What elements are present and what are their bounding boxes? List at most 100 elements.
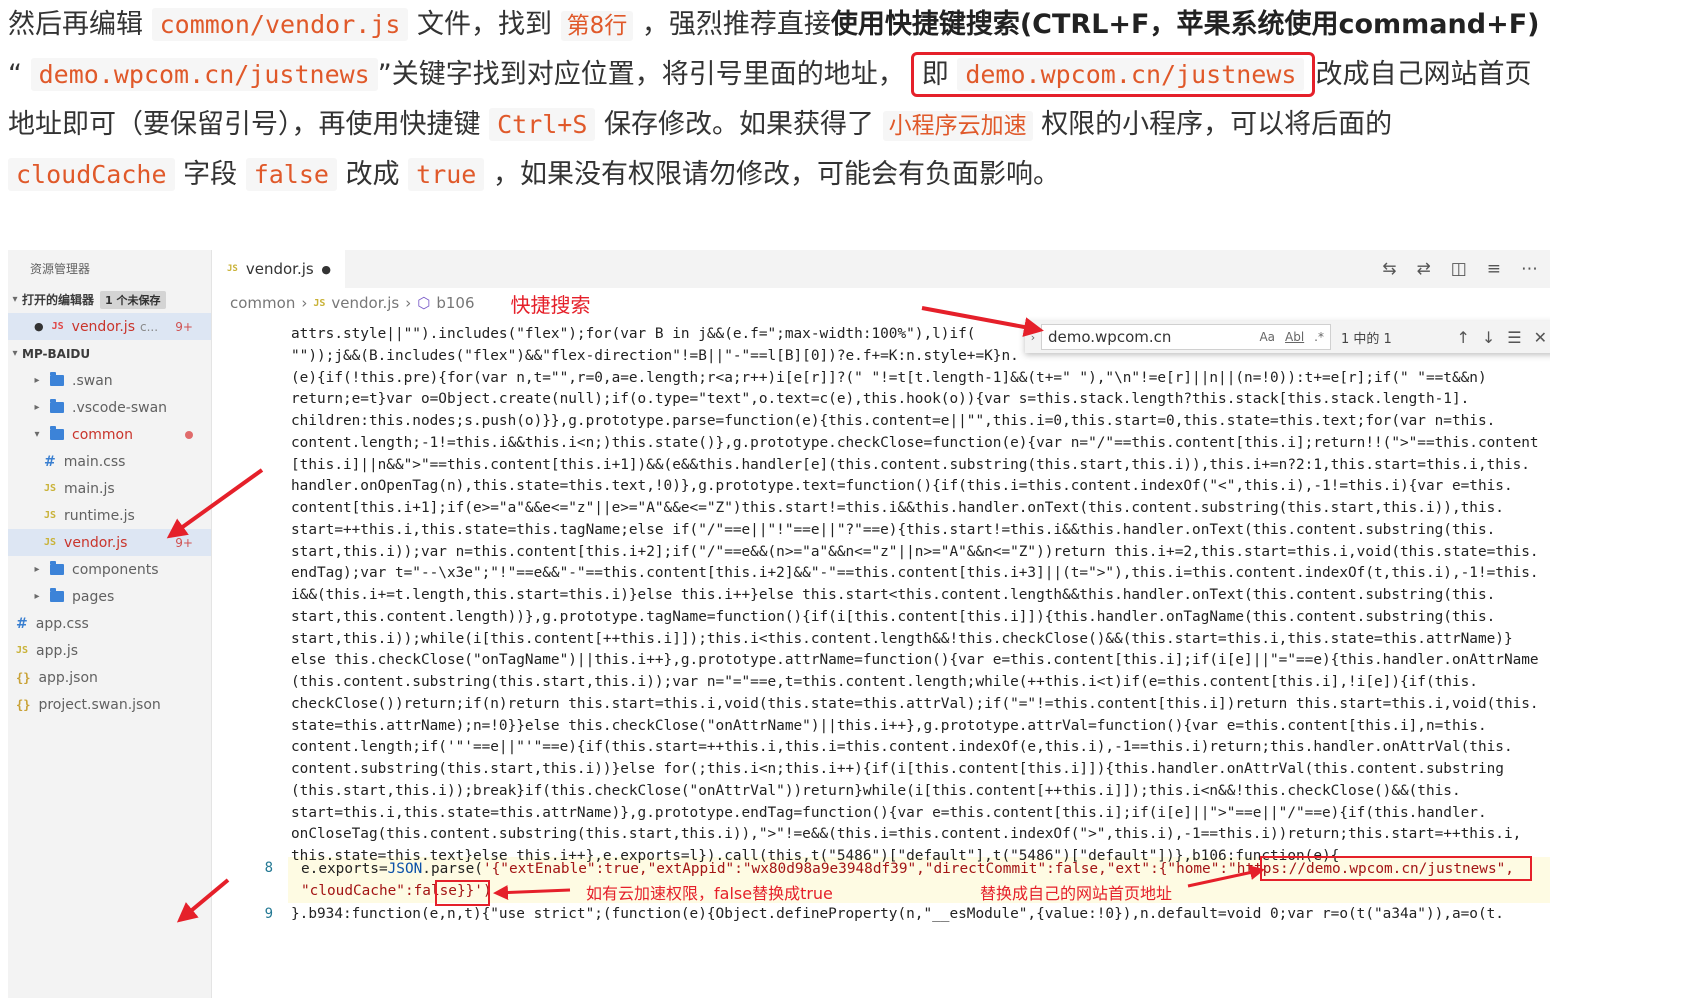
article-line-3: 地址即可（要保留引号），再使用快捷键 Ctrl+S 保存修改。如果获得了 小程序… <box>8 100 1708 150</box>
article-line-1: 然后再编辑 common/vendor.js 文件，找到 第8行 ，强烈推荐直接… <box>8 0 1708 50</box>
tab-label: vendor.js <box>245 260 314 278</box>
compare-icon[interactable]: ⇆ <box>1382 259 1396 279</box>
article-text: 即 <box>921 59 949 90</box>
tree-item-pages[interactable]: ▸ pages <box>8 583 211 610</box>
js-file-icon: JS <box>313 297 326 309</box>
tree-item-label: app.css <box>35 615 89 632</box>
domain-code-boxed: demo.wpcom.cn/justnews <box>957 58 1305 91</box>
more-actions-icon[interactable]: ⋯ <box>1521 259 1538 279</box>
breadcrumb-symbol[interactable]: b106 <box>436 294 474 312</box>
tree-item-app-css[interactable]: # app.css <box>8 610 211 637</box>
regex-toggle[interactable]: .* <box>1314 330 1324 344</box>
match-count: 1 中的 1 <box>1341 331 1392 347</box>
close-icon[interactable]: ✕ <box>1534 328 1547 347</box>
js-file-icon: JS <box>227 264 238 274</box>
open-editors-label: 打开的编辑器 <box>22 293 95 307</box>
tree-item-vendor-js[interactable]: JS vendor.js 9+ <box>8 529 211 556</box>
tree-item--swan[interactable]: ▸ .swan <box>8 367 211 394</box>
menu-lines-icon[interactable]: ≡ <box>1487 259 1501 279</box>
tree-item-label: common <box>72 426 133 443</box>
split-editor-icon[interactable]: ◫ <box>1451 259 1467 279</box>
tree-item-app-js[interactable]: JS app.js <box>8 637 211 664</box>
article-line-2: “ demo.wpcom.cn/justnews ”关键字找到对应位置，将引号里面… <box>8 50 1708 100</box>
code-line: (this.start,this.i));break}if(this.check… <box>291 782 1461 799</box>
tree-item-main-js[interactable]: JS main.js <box>8 475 211 502</box>
code-area[interactable]: attrs.style||"").includes("flex");for(va… <box>213 319 1550 998</box>
whole-word-toggle[interactable]: Abl <box>1285 330 1304 344</box>
code-line: ""));j&&(B.includes("flex")&&"flex-direc… <box>291 347 1019 364</box>
problems-badge: 9+ <box>175 535 193 550</box>
line-number: 8 <box>264 860 273 876</box>
git-changes-icon[interactable]: ⇄ <box>1416 259 1430 279</box>
tree-item-label: main.css <box>63 453 126 470</box>
code-token: "cloudCache": <box>301 883 414 899</box>
tree-item-main-css[interactable]: # main.css <box>8 448 211 475</box>
code-line: onCloseTag(this.content.substring(this.s… <box>291 826 1522 843</box>
toggle-replace-icon[interactable]: › <box>1025 331 1041 344</box>
chevron-right-icon: ▸ <box>34 564 40 575</box>
find-query: demo.wpcom.cn <box>1048 328 1172 346</box>
article-text: ，如果没有权限请勿修改，可能会有负面影响。 <box>492 159 1060 190</box>
project-header[interactable]: ▾ MP-BAIDU <box>8 340 211 367</box>
arrow-down-icon[interactable]: ↓ <box>1482 328 1495 347</box>
code-line: endTag);var t="--\x3e";"!"==e&&"-"==this… <box>291 565 1539 582</box>
chevron-right-icon: ▸ <box>34 591 40 602</box>
code-line: state=this.attrName);n=!0}}else this.che… <box>291 717 1487 734</box>
article-line-4: cloudCache 字段 false 改成 true ，如果没有权限请勿修改，… <box>8 150 1708 200</box>
breadcrumb-folder[interactable]: common <box>230 294 295 312</box>
js-file-icon: JS <box>44 510 57 521</box>
tree-item-label: project.swan.json <box>38 696 161 713</box>
tree-item-components[interactable]: ▸ components <box>8 556 211 583</box>
tree-item--vscode-swan[interactable]: ▸ .vscode-swan <box>8 394 211 421</box>
article-text: ”关键字找到对应位置，将引号里面的地址， <box>377 59 905 90</box>
open-editor-item-vendor[interactable]: ● JS vendor.js c... 9+ <box>8 313 211 340</box>
find-input[interactable]: demo.wpcom.cn Aa Abl .* <box>1041 324 1331 350</box>
tree-item-label: .vscode-swan <box>72 399 168 416</box>
article-text: 改成 <box>345 159 400 190</box>
tree-item-project-swan-json[interactable]: {} project.swan.json <box>8 691 211 718</box>
breadcrumb-file[interactable]: vendor.js <box>331 294 399 312</box>
code-line: handler.onOpenTag(n),this.state=this.tex… <box>291 478 1513 495</box>
code-token: e.exports= <box>301 861 388 877</box>
selection-filter-icon[interactable]: ☰ <box>1507 328 1521 347</box>
tree-item-label: components <box>72 561 159 578</box>
code-token: JSON <box>387 861 423 877</box>
tab-bar: JS vendor.js ● ⇆ ⇄ ◫ ≡ ⋯ <box>213 250 1550 288</box>
open-editors-header[interactable]: ▾ 打开的编辑器 1 个未保存 <box>8 286 211 313</box>
folder-icon <box>50 399 64 413</box>
match-case-toggle[interactable]: Aa <box>1259 330 1275 344</box>
arrow-up-icon[interactable]: ↑ <box>1456 328 1469 347</box>
false-highlight-box <box>435 880 490 906</box>
highlighted-domain-box: 即 demo.wpcom.cn/justnews <box>910 52 1316 97</box>
article-text: 改成自己网站首页 <box>1315 59 1532 90</box>
annotation-search: 快捷搜索 <box>510 292 591 317</box>
find-widget: › demo.wpcom.cn Aa Abl .* 1 中的 1 ↑ ↓ ☰ ✕ <box>1025 321 1550 353</box>
code-line: content.substring(this.start,this.i))}el… <box>291 761 1504 777</box>
article-text: 地址即可（要保留引号），再使用快捷键 <box>8 109 481 140</box>
code-line: (e){if(!this.pre){for(var n,t="",r=0,a=e… <box>291 369 1487 386</box>
code-token: '{"extEnable":true,"extAppid":"wx80d98a9… <box>482 861 1237 877</box>
bold-tip: 使用快捷键搜索(CTRL+F，苹果系统使用command+F) <box>830 9 1540 40</box>
json-file-icon: {} <box>16 697 31 712</box>
tab-vendor-js[interactable]: JS vendor.js ● <box>213 250 345 288</box>
field-code: cloudCache <box>8 158 175 191</box>
tree-item-app-json[interactable]: {} app.json <box>8 664 211 691</box>
editor-main: JS vendor.js ● ⇆ ⇄ ◫ ≡ ⋯ common › JS ven… <box>213 250 1550 998</box>
article-text: 权限的小程序，可以将后面的 <box>1041 109 1393 140</box>
open-file-folder: c... <box>139 319 159 334</box>
tree-item-common[interactable]: ▾ common <box>8 421 211 448</box>
js-file-icon: JS <box>44 537 57 548</box>
code-line: i&&(this.i+=t.length,this.start=this.i)}… <box>291 587 1496 603</box>
project-name: MP-BAIDU <box>22 346 91 361</box>
tree-item-runtime-js[interactable]: JS runtime.js <box>8 502 211 529</box>
chevron-right-icon: ▸ <box>34 402 40 413</box>
line-ref-code: 第8行 <box>560 11 634 41</box>
editor-toolbar: ⇆ ⇄ ◫ ≡ ⋯ <box>1382 259 1550 279</box>
unsaved-dot-icon[interactable]: ● <box>321 263 331 276</box>
file-tree: ▸ .swan ▸ .vscode-swan ▾ common # main.css JS mai… <box>8 367 211 718</box>
article-text: 文件，找到 <box>417 9 553 40</box>
chevron-right-icon: › <box>301 294 308 312</box>
article-text: 然后再编辑 <box>8 9 143 40</box>
modified-dot-icon: ● <box>34 320 44 333</box>
code-line-9: }.b934:function(e,n,t){"use strict";(fun… <box>291 906 1504 922</box>
